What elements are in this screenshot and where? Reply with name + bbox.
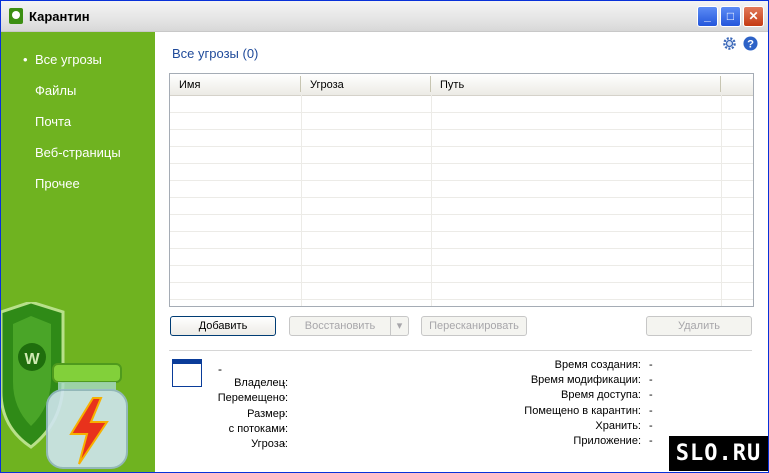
owner-value: - (282, 377, 286, 389)
sidebar: • Все угрозы Файлы Почта Веб-страницы Пр… (1, 32, 155, 472)
moved-label: Перемещено: (217, 392, 288, 404)
active-bullet: • (23, 52, 28, 67)
sidebar-item-label: Веб-страницы (35, 145, 121, 160)
sidebar-item-files[interactable]: Файлы (35, 83, 76, 98)
table-row (170, 249, 753, 266)
help-icon[interactable]: ? (743, 36, 758, 51)
table-row (170, 130, 753, 147)
main-content: Все угрозы (0) ? Имя Угроза Путь Добавит… (156, 32, 768, 472)
gear-icon[interactable] (722, 36, 737, 51)
sidebar-item-label: Прочее (35, 176, 80, 191)
sidebar-item-label: Почта (35, 114, 72, 129)
column-divider[interactable] (720, 76, 721, 92)
moved-value: - (282, 392, 286, 404)
restore-button-label: Восстановить (304, 320, 376, 332)
svg-text:W: W (24, 351, 40, 368)
column-header-threat[interactable]: Угроза (310, 79, 344, 91)
quarantined-label: Помещено в карантин: (524, 405, 641, 417)
app-icon (9, 8, 23, 24)
sidebar-item-label: Все угрозы (35, 52, 102, 67)
application-label: Приложение: (573, 435, 641, 447)
add-button[interactable]: Добавить (170, 316, 276, 336)
table-header: Имя Угроза Путь (170, 74, 753, 96)
quarantined-value: - (649, 405, 653, 417)
access-time-label: Время доступа: (561, 389, 641, 401)
table-row (170, 266, 753, 283)
sidebar-item-other[interactable]: Прочее (35, 176, 80, 191)
drweb-quarantine-logo: W (1, 302, 128, 469)
page-title: Все угрозы (0) (172, 46, 259, 61)
table-row (170, 232, 753, 249)
sidebar-item-all-threats[interactable]: • Все угрозы (23, 52, 102, 67)
maximize-button[interactable]: □ (720, 6, 741, 27)
column-divider[interactable] (430, 76, 431, 92)
created-time-label: Время создания: (554, 359, 641, 371)
minimize-button[interactable]: _ (697, 6, 718, 27)
modified-time-value: - (649, 374, 653, 386)
sidebar-item-web-pages[interactable]: Веб-страницы (35, 145, 121, 160)
table-row (170, 96, 753, 113)
table-row (170, 215, 753, 232)
section-divider (169, 350, 752, 351)
owner-label: Владелец: (234, 377, 288, 389)
size-value: - (282, 408, 286, 420)
table-row (170, 198, 753, 215)
close-button[interactable]: ✕ (743, 6, 764, 27)
delete-button[interactable]: Удалить (646, 316, 752, 336)
with-streams-value: - (282, 423, 286, 435)
table-row (170, 164, 753, 181)
table-row (170, 181, 753, 198)
chevron-down-icon[interactable]: ▾ (390, 317, 408, 335)
modified-time-label: Время модификации: (530, 374, 641, 386)
keep-label: Хранить: (595, 420, 641, 432)
sidebar-item-label: Файлы (35, 83, 77, 98)
file-window-icon (172, 359, 202, 387)
table-row (170, 283, 753, 300)
object-name: - (218, 362, 222, 376)
svg-text:?: ? (747, 39, 754, 51)
title-bar[interactable]: Карантин _ □ ✕ (1, 1, 768, 32)
sidebar-item-mail[interactable]: Почта (35, 114, 71, 129)
created-time-value: - (649, 359, 653, 371)
quarantine-window: Карантин _ □ ✕ • Все угрозы Файлы Почта … (0, 0, 769, 473)
access-time-value: - (649, 389, 653, 401)
restore-button[interactable]: Восстановить ▾ (289, 316, 409, 336)
column-divider[interactable] (300, 76, 301, 92)
with-streams-label: с потоками: (228, 423, 288, 435)
threat-value: - (282, 438, 286, 450)
column-header-name[interactable]: Имя (179, 79, 200, 91)
window-title: Карантин (29, 9, 90, 24)
table-row (170, 113, 753, 130)
column-header-path[interactable]: Путь (440, 79, 464, 91)
rescan-button[interactable]: Пересканировать (421, 316, 527, 336)
threats-table[interactable]: Имя Угроза Путь (169, 73, 754, 307)
application-value: - (649, 435, 653, 447)
table-row (170, 147, 753, 164)
watermark-logo: SLO.RU (669, 436, 768, 471)
keep-value: - (649, 420, 653, 432)
